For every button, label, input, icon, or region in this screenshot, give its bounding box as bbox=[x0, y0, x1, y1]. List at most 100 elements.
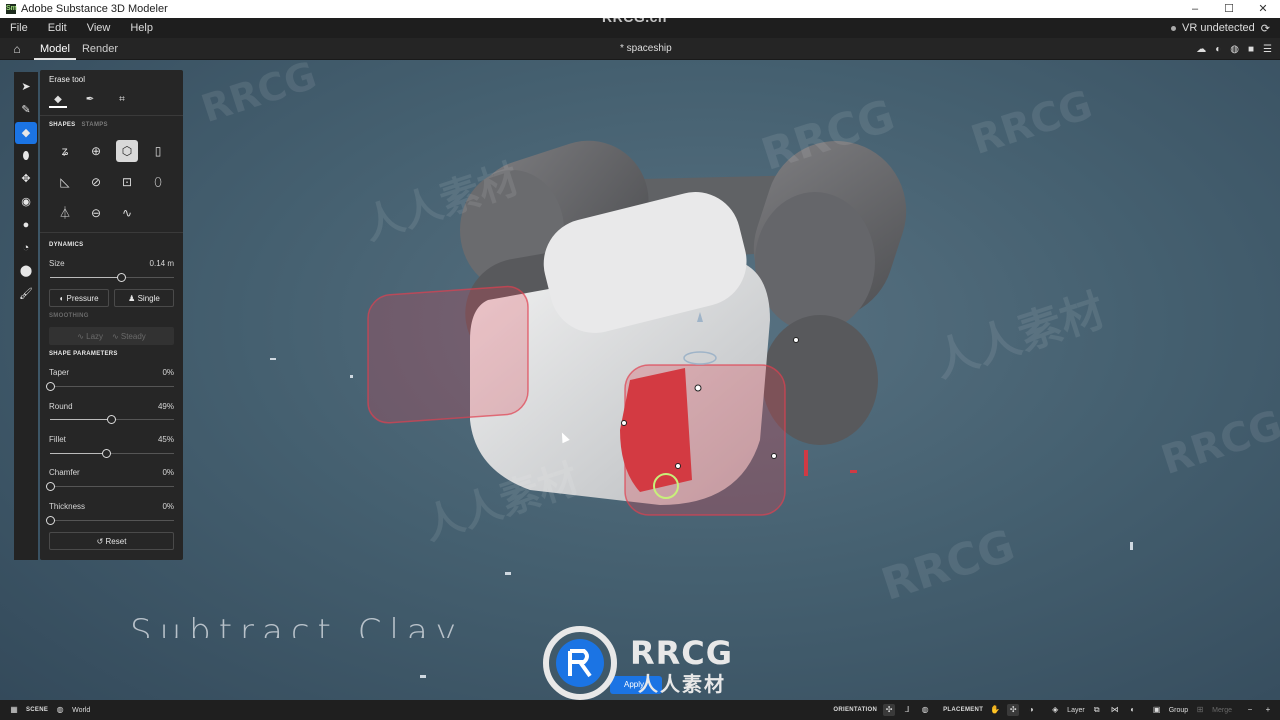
cone-shape-icon[interactable]: ◺ bbox=[54, 171, 76, 193]
thickness-row: Thickness 0% bbox=[49, 502, 174, 511]
tab-shapes[interactable]: SHAPES bbox=[49, 122, 75, 128]
placement-snap-icon[interactable]: ◑ bbox=[1025, 704, 1037, 716]
slider-knob[interactable] bbox=[46, 382, 55, 391]
cylinder-shape-icon[interactable]: ▯ bbox=[147, 140, 169, 162]
layer-icon[interactable]: ◈ bbox=[1049, 704, 1061, 716]
material-icon[interactable]: ◐ bbox=[1215, 44, 1221, 55]
camera-icon[interactable]: ■ bbox=[1248, 44, 1254, 55]
round-slider[interactable] bbox=[50, 415, 174, 425]
flatten-tool-icon[interactable]: ⬤ bbox=[15, 260, 37, 282]
group-button[interactable]: Group bbox=[1169, 707, 1188, 714]
crease-tool-icon[interactable]: ◔ bbox=[15, 237, 37, 259]
menu-view[interactable]: View bbox=[77, 22, 121, 34]
settings-sliders-icon[interactable]: ☰ bbox=[1263, 44, 1272, 55]
scene-objects-icon[interactable]: ☁ bbox=[1196, 44, 1206, 55]
world-label[interactable]: World bbox=[72, 707, 90, 714]
placement-hand-icon[interactable]: ✋ bbox=[989, 704, 1001, 716]
scene-icon[interactable]: ▦ bbox=[8, 704, 20, 716]
divider bbox=[40, 115, 183, 116]
taper-slider[interactable] bbox=[46, 382, 174, 392]
shape-tabs: SHAPES STAMPS bbox=[49, 122, 108, 128]
wave-shape-icon[interactable]: ∿ bbox=[116, 202, 138, 224]
close-button[interactable]: ✕ bbox=[1246, 0, 1280, 18]
orientation-local-icon[interactable]: ✣ bbox=[883, 704, 896, 716]
group-icon[interactable]: ▣ bbox=[1151, 704, 1163, 716]
person-icon: ♟ bbox=[128, 294, 136, 303]
lazy-icon: ∿ bbox=[77, 332, 84, 341]
maximize-button[interactable]: ☐ bbox=[1212, 0, 1246, 18]
slider-knob[interactable] bbox=[101, 449, 111, 458]
menu-edit[interactable]: Edit bbox=[38, 22, 77, 34]
tab-render[interactable]: Render bbox=[76, 38, 124, 60]
merge-button[interactable]: Merge bbox=[1212, 707, 1232, 714]
slider-knob[interactable] bbox=[46, 516, 55, 525]
fillet-slider[interactable] bbox=[50, 449, 174, 459]
environment-icon[interactable]: ◍ bbox=[1230, 44, 1239, 55]
torus-shape-icon[interactable]: ⊖ bbox=[85, 202, 107, 224]
smoothing-heading: SMOOTHING bbox=[49, 313, 89, 319]
placement-surface-icon[interactable]: ✣ bbox=[1007, 704, 1020, 716]
capsule-shape-icon[interactable]: ⊡ bbox=[116, 171, 138, 193]
watermark-tile: RRCG bbox=[755, 90, 901, 181]
watermark-tile: RRCG bbox=[875, 520, 1021, 611]
crop-mode-icon[interactable]: ⌗ bbox=[113, 92, 131, 108]
pressure-button[interactable]: ◐ Pressure bbox=[49, 289, 109, 307]
sphere-shape-icon[interactable]: ⊕ bbox=[85, 140, 107, 162]
document-name: * spaceship bbox=[620, 43, 672, 54]
status-left: ▦ SCENE ◍ World bbox=[8, 700, 90, 720]
video-caption: Subtract Clay bbox=[130, 612, 464, 638]
inflate-tool-icon[interactable]: ◉ bbox=[15, 191, 37, 213]
erase-tool-panel: Erase tool ◆ ✒ ⌗ SHAPES STAMPS ʑ ⊕ ⬡ ▯ ◺… bbox=[40, 70, 183, 560]
orientation-world-icon[interactable]: ◍ bbox=[919, 704, 931, 716]
torus-knot-shape-icon[interactable]: ⊘ bbox=[85, 171, 107, 193]
viewport-canvas[interactable] bbox=[0, 60, 1280, 700]
erase-mode-icon[interactable]: ◆ bbox=[49, 92, 67, 108]
paint-tool-icon[interactable]: 🖌 bbox=[15, 283, 37, 305]
egg-shape-icon[interactable]: ⬯ bbox=[147, 171, 169, 193]
menu-help[interactable]: Help bbox=[120, 22, 163, 34]
slider-knob[interactable] bbox=[106, 415, 116, 424]
panel-title: Erase tool bbox=[49, 75, 86, 84]
world-icon[interactable]: ◍ bbox=[54, 704, 66, 716]
menu-file[interactable]: File bbox=[0, 22, 38, 34]
refresh-icon[interactable]: ⟳ bbox=[1261, 22, 1270, 35]
duplicate-icon[interactable]: ⧉ bbox=[1091, 704, 1103, 716]
watermark-tile: 人人素材 bbox=[927, 284, 1111, 388]
orientation-axis-icon[interactable]: ⅃ bbox=[901, 704, 913, 716]
slider-knob[interactable] bbox=[46, 482, 55, 491]
cube-shape-icon[interactable]: ⬡ bbox=[116, 140, 138, 162]
mouse-cursor-icon bbox=[558, 430, 570, 444]
select-tool-icon[interactable]: ➤ bbox=[15, 76, 37, 98]
pyramid-shape-icon[interactable]: ⏃ bbox=[54, 202, 76, 224]
tool-strip: ➤ ✎ ◆ ⬮ ✥ ◉ ● ◔ ⬤ 🖌 bbox=[14, 72, 38, 560]
curve-shape-icon[interactable]: ʑ bbox=[54, 140, 76, 162]
move-tool-icon[interactable]: ✥ bbox=[15, 168, 37, 190]
layer-button[interactable]: Layer bbox=[1067, 707, 1085, 714]
brush-tool-icon[interactable]: ✎ bbox=[15, 99, 37, 121]
thickness-slider[interactable] bbox=[46, 516, 174, 526]
placement-label: PLACEMENT bbox=[943, 707, 984, 713]
single-button[interactable]: ♟ Single bbox=[114, 289, 174, 307]
zoom-out-icon[interactable]: − bbox=[1244, 704, 1256, 716]
slider-knob[interactable] bbox=[116, 273, 126, 282]
smooth-tool-icon[interactable]: ⬮ bbox=[15, 145, 37, 167]
mirror-icon[interactable]: ⋈ bbox=[1109, 704, 1121, 716]
tab-model[interactable]: Model bbox=[34, 38, 76, 60]
size-slider[interactable] bbox=[50, 273, 174, 283]
zoom-in-icon[interactable]: + bbox=[1262, 704, 1274, 716]
merge-icon[interactable]: ⊞ bbox=[1194, 704, 1206, 716]
home-icon[interactable]: ⌂ bbox=[0, 42, 34, 56]
pinch-tool-icon[interactable]: ● bbox=[15, 214, 37, 236]
hide-icon[interactable]: ◐ bbox=[1127, 704, 1139, 716]
orientation-label: ORIENTATION bbox=[833, 707, 878, 713]
reset-button[interactable]: ↺ Reset bbox=[49, 532, 174, 550]
watermark-top: RRCG.cn bbox=[602, 9, 667, 25]
erase-tool-icon[interactable]: ◆ bbox=[15, 122, 37, 144]
pressure-icon: ◐ bbox=[59, 294, 65, 303]
tab-stamps[interactable]: STAMPS bbox=[81, 122, 107, 128]
pen-mode-icon[interactable]: ✒ bbox=[81, 92, 99, 108]
chamfer-slider[interactable] bbox=[46, 482, 174, 492]
minimize-button[interactable]: – bbox=[1178, 0, 1212, 18]
smoothing-toggle[interactable]: ∿ Lazy ∿ Steady bbox=[49, 327, 174, 345]
shape-grid: ʑ ⊕ ⬡ ▯ ◺ ⊘ ⊡ ⬯ ⏃ ⊖ ∿ bbox=[54, 140, 178, 224]
